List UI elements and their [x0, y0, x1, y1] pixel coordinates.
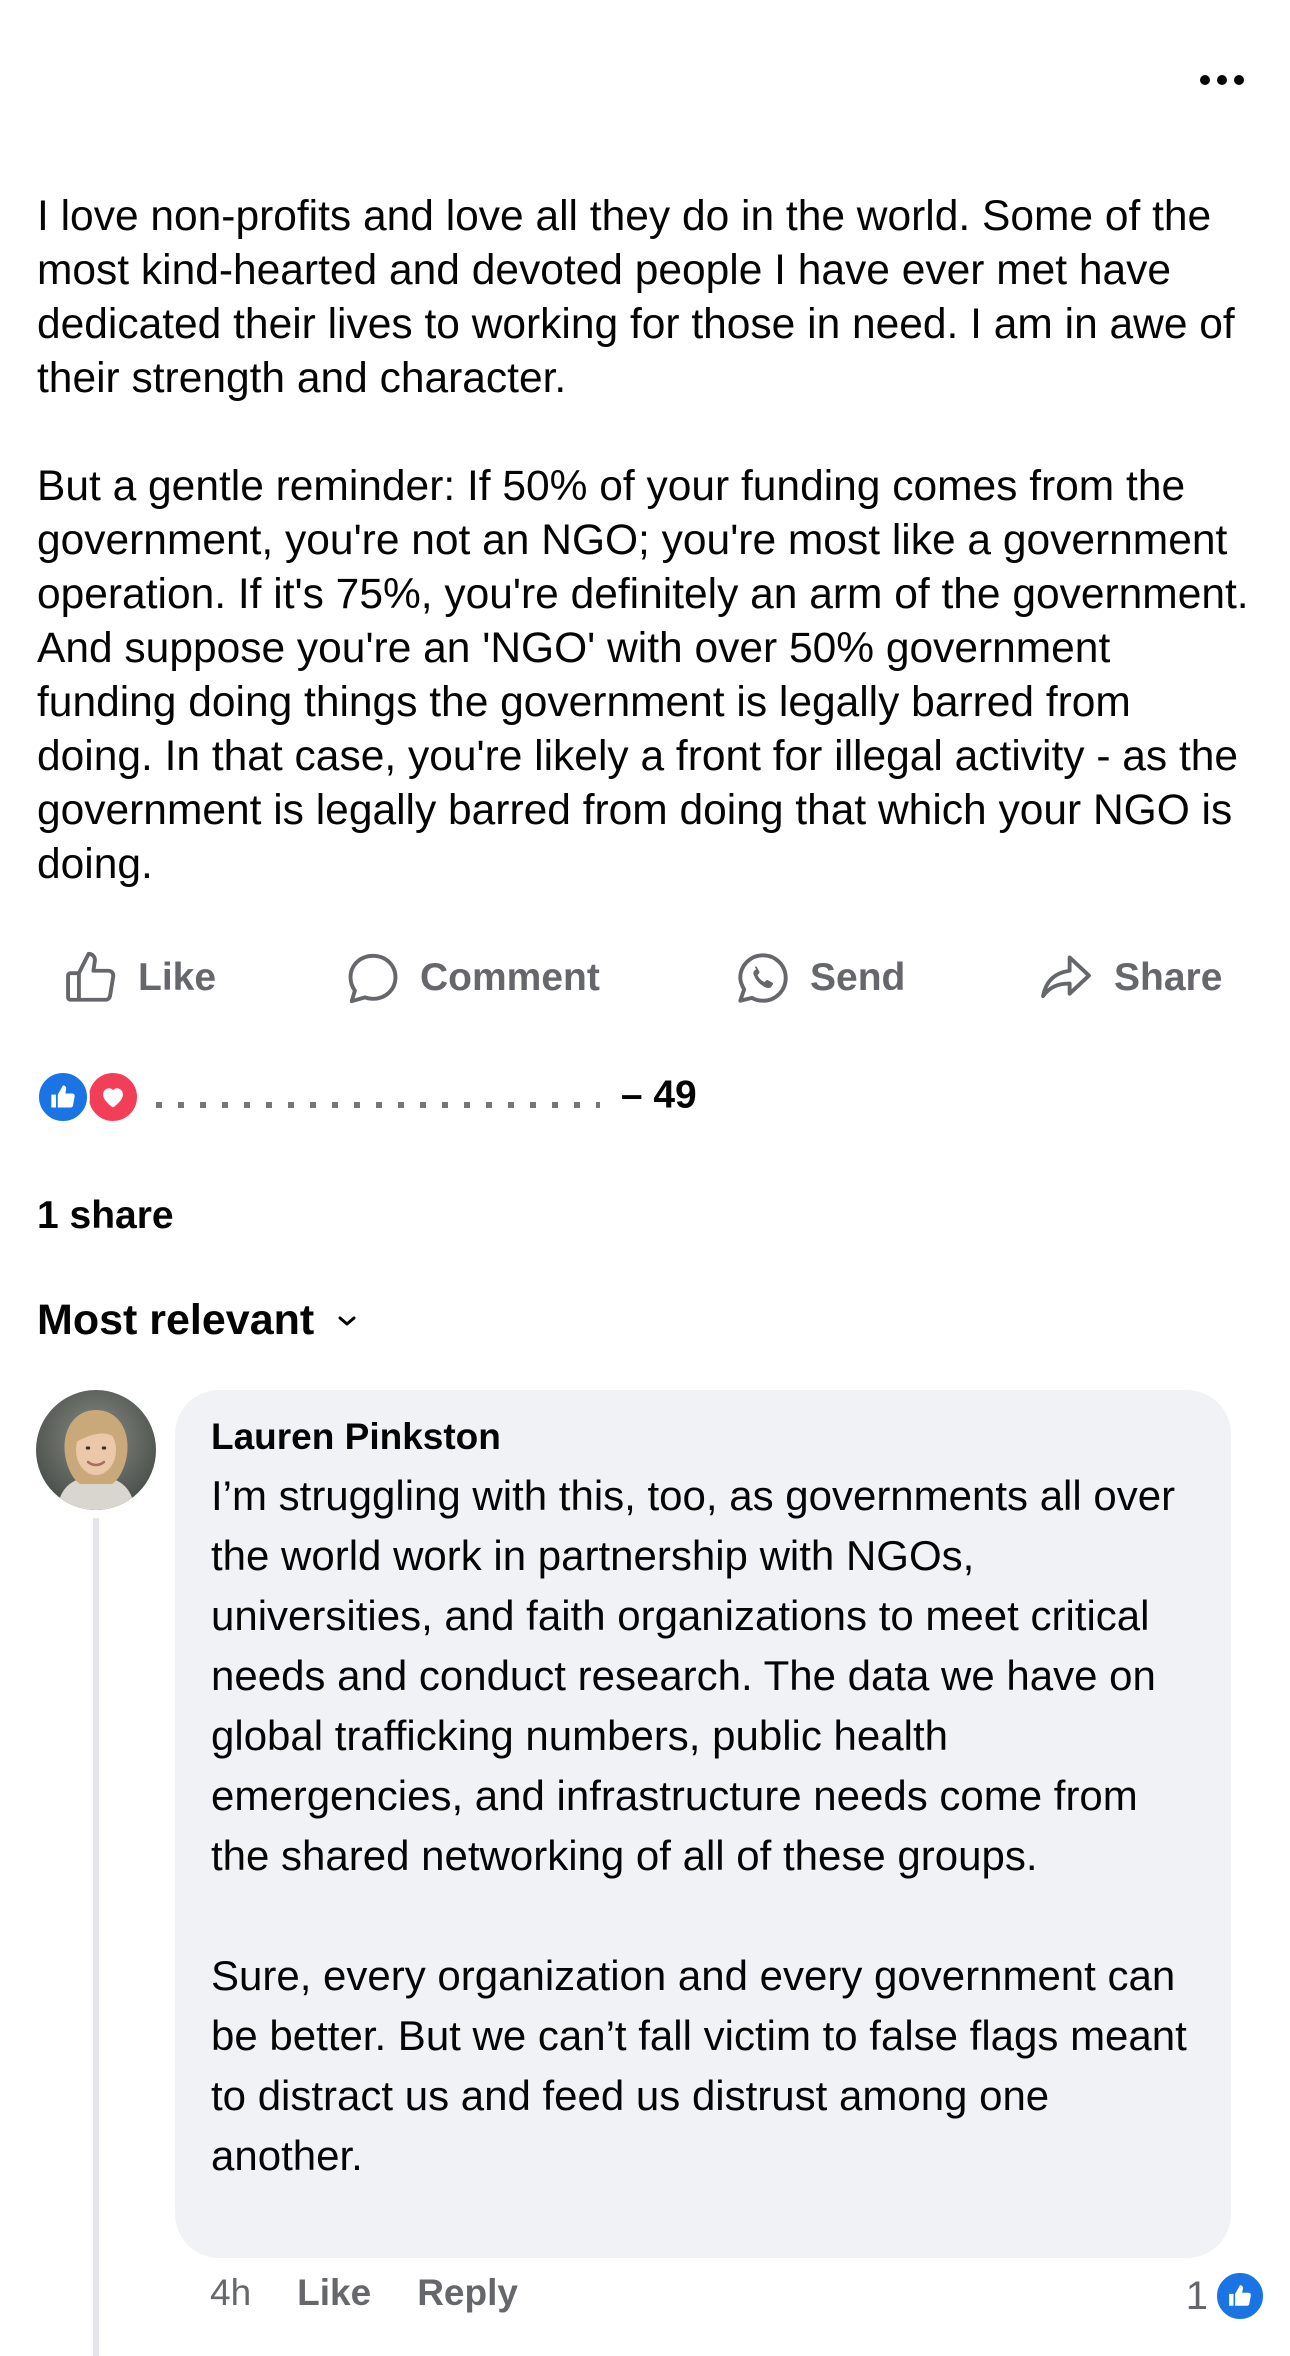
comment-paragraph: I’m struggling with this, too, as govern… [211, 1472, 1176, 1879]
redacted-names [150, 1072, 610, 1122]
thread-line [93, 1518, 99, 2356]
ellipsis-icon [1217, 75, 1227, 85]
messenger-whatsapp-icon [738, 953, 788, 1003]
more-options-button[interactable] [1192, 58, 1252, 102]
share-button-label: Share [1114, 956, 1223, 999]
comment-reaction-summary[interactable]: 1 [1186, 2270, 1266, 2322]
comment-reply-button[interactable]: Reply [417, 2272, 518, 2314]
post-body: I love non-profits and love all they do … [37, 190, 1257, 892]
share-count[interactable]: 1 share [37, 1194, 174, 1238]
ellipsis-icon [1234, 75, 1244, 85]
comment-author[interactable]: Lauren Pinkston [211, 1412, 1195, 1462]
speech-bubble-icon [348, 953, 398, 1004]
reaction-count: – 49 [620, 1073, 697, 1117]
comment-sort-label: Most relevant [37, 1296, 315, 1344]
comment-text: I’m struggling with this, too, as govern… [211, 1466, 1195, 2186]
like-reaction-icon [1214, 2270, 1266, 2322]
share-button[interactable]: Share [1036, 940, 1222, 1016]
post-paragraph: I love non-profits and love all they do … [37, 193, 1235, 402]
avatar[interactable] [36, 1390, 156, 1510]
like-reaction-icon [36, 1070, 90, 1124]
like-button-label: Like [138, 956, 217, 999]
thumbs-up-icon [66, 951, 116, 1002]
send-button[interactable]: Send [734, 940, 905, 1016]
send-button-label: Send [810, 956, 906, 999]
comment-timestamp[interactable]: 4h [210, 2272, 251, 2314]
ellipsis-icon [1200, 75, 1210, 85]
comment-bubble: Lauren Pinkston I’m struggling with this… [175, 1390, 1231, 2258]
post-action-bar: Like Comment Send Share [0, 940, 1290, 1016]
reactions-summary[interactable]: – 49 [36, 1070, 697, 1124]
comment-paragraph: Sure, every organization and every gover… [211, 1952, 1187, 2179]
comment-sort-dropdown[interactable]: Most relevant [37, 1296, 358, 1345]
comment-like-button[interactable]: Like [297, 2272, 371, 2314]
chevron-down-icon [338, 1316, 356, 1325]
comment-button-label: Comment [420, 956, 600, 999]
comment-meta: 4h Like Reply [210, 2272, 518, 2314]
reaction-names: – 49 [150, 1072, 697, 1122]
like-button[interactable]: Like [62, 940, 216, 1016]
comment-button[interactable]: Comment [344, 940, 600, 1016]
post-paragraph: But a gentle reminder: If 50% of your fu… [37, 463, 1249, 888]
love-reaction-icon [86, 1070, 140, 1124]
share-arrow-icon [1041, 955, 1091, 999]
comment-reaction-count: 1 [1185, 2273, 1208, 2318]
